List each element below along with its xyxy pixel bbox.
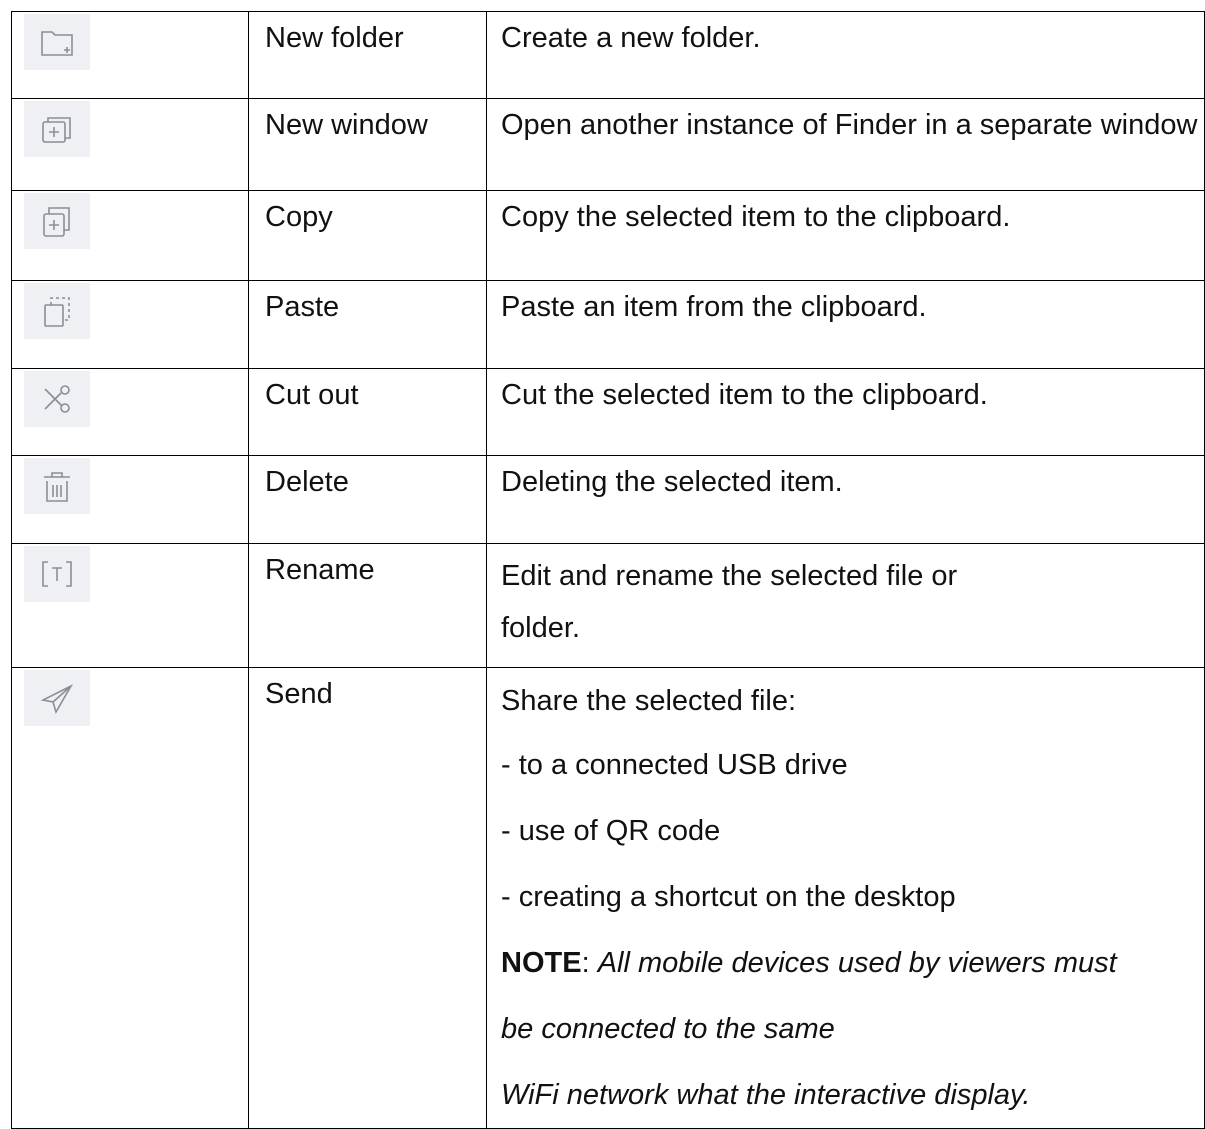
table-row: Rename Edit and rename the selected file… (11, 543, 1205, 668)
copy-icon (24, 193, 90, 249)
icon-cell (11, 190, 249, 281)
note-line: be connected to the same (501, 1013, 835, 1045)
command-description: Copy the selected item to the clipboard. (501, 201, 1011, 233)
name-cell: Delete (248, 455, 487, 544)
icon-cell (11, 455, 249, 544)
icon-cell (11, 543, 249, 668)
command-description: Open another instance of Finder in a sep… (501, 109, 1198, 141)
trash-icon (24, 458, 90, 514)
table-row: Delete Deleting the selected item. (11, 455, 1205, 544)
desc-cell: Edit and rename the selected file or fol… (486, 543, 1205, 668)
command-description: Paste an item from the clipboard. (501, 291, 927, 323)
desc-cell: Create a new folder. (486, 11, 1205, 99)
icon-cell (11, 280, 249, 369)
desc-cell: Open another instance of Finder in a sep… (486, 98, 1205, 191)
description-line: Edit and rename the selected file or (501, 560, 958, 592)
description-line: - to a connected USB drive (501, 749, 848, 781)
name-cell: Paste (248, 280, 487, 369)
table-row: New folder Create a new folder. (11, 11, 1205, 99)
desc-cell: Share the selected file: - to a connecte… (486, 667, 1205, 1129)
command-name: Cut out (265, 379, 359, 411)
description-line: - use of QR code (501, 815, 721, 847)
description-line: - creating a shortcut on the desktop (501, 881, 956, 913)
command-name: Send (265, 678, 333, 710)
command-description: Deleting the selected item. (501, 466, 843, 498)
name-cell: Copy (248, 190, 487, 281)
paste-icon (24, 283, 90, 339)
table-row: Send Share the selected file: - to a con… (11, 667, 1205, 1129)
command-name: Paste (265, 291, 340, 323)
command-name: Copy (265, 201, 333, 233)
commands-table: New folder Create a new folder. New wind… (11, 11, 1205, 1129)
desc-cell: Copy the selected item to the clipboard. (486, 190, 1205, 281)
icon-cell (11, 11, 249, 99)
command-description: Cut the selected item to the clipboard. (501, 379, 988, 411)
scissors-icon (24, 371, 90, 427)
send-icon (24, 670, 90, 726)
table-row: Copy Copy the selected item to the clipb… (11, 190, 1205, 281)
description-line: folder. (501, 612, 580, 644)
note-line: WiFi network what the interactive displa… (501, 1079, 1031, 1111)
command-name: Rename (265, 554, 375, 586)
note-text: All mobile devices used by viewers must (597, 947, 1117, 979)
icon-cell (11, 368, 249, 456)
desc-cell: Cut the selected item to the clipboard. (486, 368, 1205, 456)
note-line: NOTE: All mobile devices used by viewers… (487, 930, 1204, 996)
command-name: Delete (265, 466, 349, 498)
rename-icon (24, 546, 90, 602)
new-window-icon (24, 101, 90, 157)
icon-cell (11, 98, 249, 191)
new-folder-icon (24, 14, 90, 70)
note-label: NOTE (501, 947, 582, 979)
command-name: New folder (265, 22, 404, 54)
name-cell: New window (248, 98, 487, 191)
name-cell: Cut out (248, 368, 487, 456)
table-row: Paste Paste an item from the clipboard. (11, 280, 1205, 369)
table-row: Cut out Cut the selected item to the cli… (11, 368, 1205, 456)
desc-cell: Deleting the selected item. (486, 455, 1205, 544)
desc-cell: Paste an item from the clipboard. (486, 280, 1205, 369)
note-separator: : (581, 947, 598, 979)
command-description: Create a new folder. (501, 22, 761, 54)
icon-cell (11, 667, 249, 1129)
name-cell: Rename (248, 543, 487, 668)
command-name: New window (265, 109, 428, 141)
description-line: Share the selected file: (501, 685, 797, 717)
name-cell: Send (248, 667, 487, 1129)
name-cell: New folder (248, 11, 487, 99)
table-row: New window Open another instance of Find… (11, 98, 1205, 191)
